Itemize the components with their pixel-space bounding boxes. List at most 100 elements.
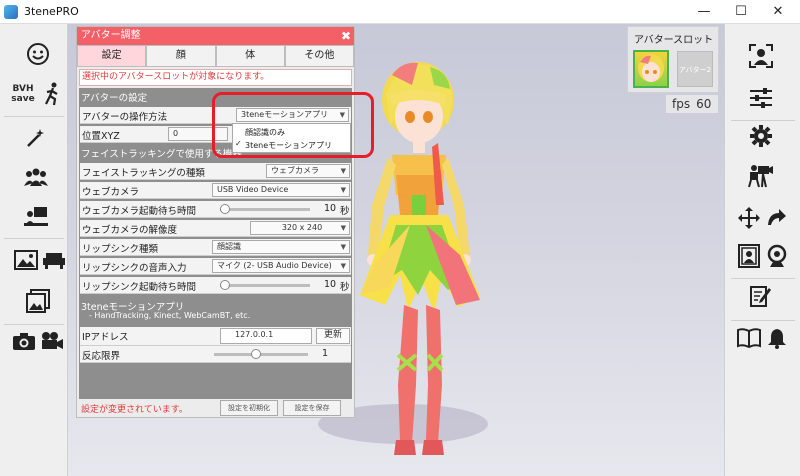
tab-settings[interactable]: 設定 <box>77 45 147 67</box>
tab-other[interactable]: その他 <box>284 45 354 67</box>
row-lipsync-wait: リップシンク起動待ち時間 10 秒 <box>80 277 351 294</box>
bell-icon <box>768 329 786 349</box>
rotate-arrow-icon <box>768 209 786 225</box>
effects-button[interactable] <box>22 124 50 152</box>
webcam-icon <box>767 244 787 267</box>
toolbar-divider <box>4 238 64 239</box>
threshold-slider[interactable] <box>214 349 308 359</box>
magic-wand-icon <box>27 129 44 147</box>
edit-note-icon <box>750 286 771 307</box>
reset-settings-button[interactable]: 設定を初期化 <box>220 400 278 416</box>
row-lipsync-type: リップシンク種類 顔認識 ▼ <box>80 239 351 256</box>
panel-footer: 設定が変更されています。 設定を初期化 設定を保存 <box>77 399 354 417</box>
title-bar: 3tenePRO — ☐ ✕ <box>0 0 800 24</box>
chevron-down-icon: ▼ <box>340 224 346 232</box>
right-toolbar <box>724 24 800 476</box>
motion-button[interactable] <box>38 80 66 108</box>
presenter-icon <box>24 207 48 226</box>
face-tracking-type-value: ウェブカメラ <box>271 166 319 175</box>
manual-button[interactable] <box>735 324 763 352</box>
notification-button[interactable] <box>763 324 791 352</box>
avatar-adjust-button[interactable] <box>747 84 775 112</box>
avatar-slot-1[interactable] <box>633 50 669 88</box>
webcam-wait-slider-knob[interactable] <box>219 204 230 214</box>
photo-frame-button[interactable] <box>735 242 763 270</box>
lipsync-wait-slider-knob[interactable] <box>219 280 230 290</box>
toolbar-divider <box>731 278 795 279</box>
image-icon <box>14 250 38 270</box>
save-label: save <box>11 94 35 104</box>
camera-position-button[interactable] <box>747 162 775 190</box>
webcam-button[interactable] <box>763 242 791 270</box>
lipsync-wait-slider[interactable] <box>219 280 310 290</box>
gallery-button[interactable] <box>24 287 52 315</box>
avatar-slot-2[interactable]: アバター2 <box>677 51 713 87</box>
ip-address-label: IPアドレス <box>82 332 129 343</box>
lipsync-input-label: リップシンクの音声入力 <box>82 263 187 274</box>
bvh-label: BVH <box>12 84 34 94</box>
panel-title: アバター調整 <box>81 30 141 41</box>
lipsync-type-select[interactable]: 顔認識 ▼ <box>212 240 350 254</box>
row-webcam: ウェブカメラ USB Video Device ▼ <box>80 182 351 199</box>
bvh-save-button[interactable]: BVH save <box>6 80 40 108</box>
webcam-resolution-select[interactable]: 320 x 240 ▼ <box>250 221 350 235</box>
presenter-button[interactable] <box>22 202 50 230</box>
threshold-label: 反応限界 <box>82 351 121 362</box>
running-figure-icon <box>45 82 58 106</box>
props-button[interactable] <box>40 246 68 274</box>
ip-address-input[interactable]: 127.0.0.1 <box>220 328 312 344</box>
threshold-slider-knob[interactable] <box>251 349 262 359</box>
webcam-value: USB Video Device <box>217 185 289 194</box>
face-emote-button[interactable] <box>24 40 52 68</box>
background-image-button[interactable] <box>12 246 40 274</box>
settings-button[interactable] <box>747 122 775 150</box>
fps-label: fps <box>672 97 691 111</box>
lipsync-wait-value: 10 <box>324 279 337 290</box>
webcam-wait-unit: 秒 <box>340 206 350 217</box>
position-x-value: 0 <box>173 129 179 138</box>
maximize-button[interactable]: ☐ <box>727 2 755 22</box>
lipsync-wait-unit: 秒 <box>340 282 350 293</box>
camera-operator-icon <box>748 165 773 188</box>
gallery-icon <box>26 289 50 313</box>
people-group-icon <box>24 168 48 186</box>
move-button[interactable] <box>735 204 763 232</box>
target-notice: 選択中のアバタースロットが対象になります。 <box>79 69 352 86</box>
record-video-button[interactable] <box>38 327 66 355</box>
chevron-down-icon: ▼ <box>340 262 346 270</box>
tab-body[interactable]: 体 <box>215 45 285 67</box>
note-edit-button[interactable] <box>747 282 775 310</box>
toolbar-divider <box>731 320 795 321</box>
multi-avatar-button[interactable] <box>22 163 50 191</box>
lipsync-type-value: 顔認識 <box>217 242 241 251</box>
lipsync-type-label: リップシンク種類 <box>82 244 159 255</box>
minimize-button[interactable]: — <box>690 2 718 22</box>
fps-value: 60 <box>696 97 712 111</box>
face-tracking-type-select[interactable]: ウェブカメラ ▼ <box>266 164 350 178</box>
screenshot-button[interactable] <box>10 327 38 355</box>
panel-tabs: 設定 顔 体 その他 <box>77 45 354 67</box>
update-button[interactable]: 更新 <box>316 328 350 344</box>
chevron-down-icon: ▼ <box>340 186 346 194</box>
webcam-wait-label: ウェブカメラ起動待ち時間 <box>82 206 197 217</box>
webcam-select[interactable]: USB Video Device ▼ <box>212 183 350 197</box>
tab-face[interactable]: 顔 <box>146 45 216 67</box>
rotate-button[interactable] <box>763 204 791 232</box>
lipsync-wait-label: リップシンク起動待ち時間 <box>82 282 197 293</box>
avatar-slot-panel: アバタースロット アバター2 <box>627 26 719 93</box>
avatar-adjust-panel: アバター調整 ✖ 設定 顔 体 その他 選択中のアバタースロットが対象になります… <box>76 26 355 418</box>
portrait-frame-icon <box>738 244 760 268</box>
face-tracking-button[interactable] <box>747 42 775 70</box>
panel-close-button[interactable]: ✖ <box>341 27 351 45</box>
webcam-wait-slider[interactable] <box>219 204 310 214</box>
close-window-button[interactable]: ✕ <box>764 2 792 22</box>
save-settings-button[interactable]: 設定を保存 <box>283 400 341 416</box>
row-lipsync-input: リップシンクの音声入力 マイク (2- USB Audio Device) ▼ <box>80 258 351 275</box>
toolbar-divider <box>731 120 795 121</box>
app-logo-icon <box>4 5 18 19</box>
left-toolbar: BVH save <box>0 24 68 476</box>
change-message: 設定が変更されています。 <box>81 405 188 415</box>
webcam-wait-value: 10 <box>324 203 337 214</box>
movie-camera-icon <box>42 332 63 349</box>
lipsync-input-select[interactable]: マイク (2- USB Audio Device) ▼ <box>212 259 350 273</box>
